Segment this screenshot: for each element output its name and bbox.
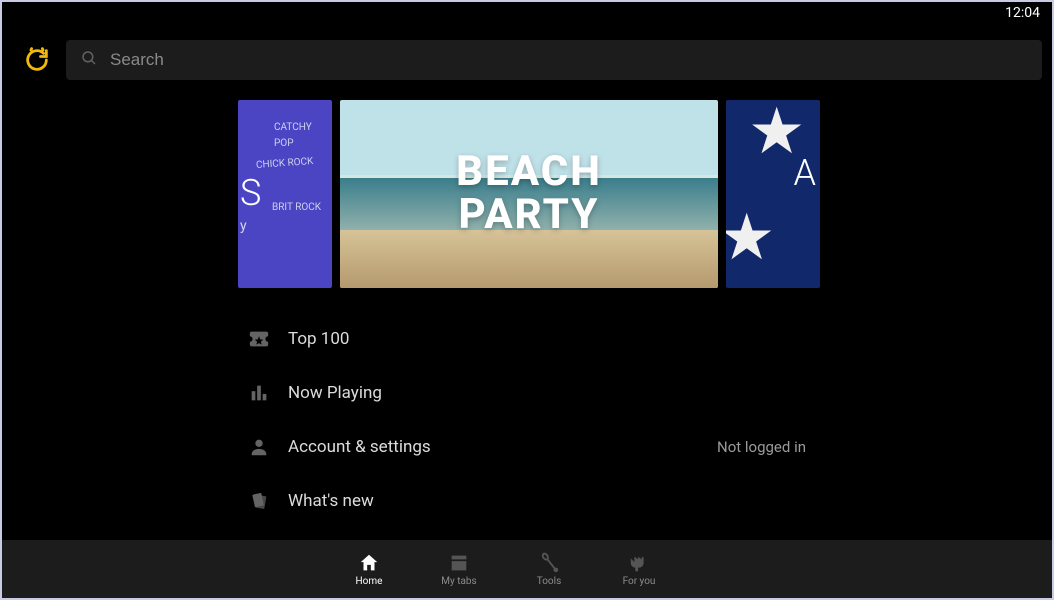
menu-item-top100[interactable]: Top 100 [248,312,806,366]
search-box[interactable] [66,40,1042,80]
carousel-card-current[interactable]: BEACH PARTY [340,100,718,288]
nav-foryou[interactable]: For you [594,552,684,587]
card-title-fragment: A [794,152,817,194]
featured-carousel[interactable]: CATCHY POP CHICK ROCK BRIT ROCK S y BEAC… [2,100,1052,290]
app-bar [12,36,1042,84]
menu-label: Now Playing [288,383,806,403]
genre-tag: CHICK ROCK [256,154,314,174]
app-frame: { "status": { "time": "12:04" }, "search… [0,0,1054,600]
home-menu: Top 100 Now Playing Account & settings N… [2,312,1052,528]
star-icon: ★ [726,200,775,275]
genre-tag: BRIT ROCK [272,200,321,216]
bottom-nav: Home My tabs Tools For you [2,540,1052,598]
search-input[interactable] [110,50,1028,70]
nav-label: Tools [537,576,561,587]
card-title: BEACH PARTY [340,100,718,288]
login-status: Not logged in [717,438,806,456]
menu-label: What's new [288,491,806,511]
ticket-star-icon [248,328,288,350]
menu-label: Account & settings [288,437,717,457]
carousel-card-next[interactable]: ★ ★ A [726,100,820,288]
nav-home[interactable]: Home [324,552,414,587]
person-icon [248,436,288,458]
nav-mytabs[interactable]: My tabs [414,552,504,587]
card-subtitle-fragment: y [240,218,247,234]
cards-icon [248,490,288,512]
nav-label: My tabs [441,576,476,587]
nav-label: Home [356,576,383,587]
menu-item-account[interactable]: Account & settings Not logged in [248,420,806,474]
equalizer-icon [248,382,288,404]
app-logo[interactable] [22,45,52,75]
clock: 12:04 [1005,5,1040,21]
carousel-card-prev[interactable]: CATCHY POP CHICK ROCK BRIT ROCK S y [238,100,332,288]
menu-item-whats-new[interactable]: What's new [248,474,806,528]
nav-label: For you [623,576,656,587]
status-bar: 12:04 [2,2,1052,24]
menu-label: Top 100 [288,329,806,349]
menu-item-now-playing[interactable]: Now Playing [248,366,806,420]
content-area: CATCHY POP CHICK ROCK BRIT ROCK S y BEAC… [2,98,1052,538]
card-title-fragment: S [240,172,261,214]
search-icon [80,49,110,71]
nav-tools[interactable]: Tools [504,552,594,587]
genre-tag: CATCHY POP [274,120,332,152]
